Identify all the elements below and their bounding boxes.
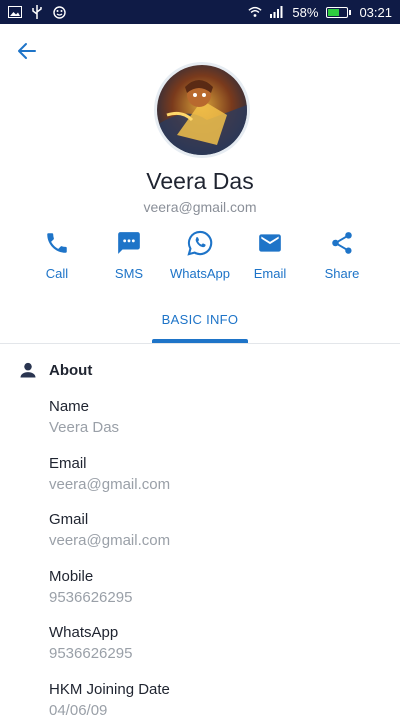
sms-label: SMS [114,266,144,281]
status-right: 58% 03:21 [248,5,392,20]
whatsapp-label: WhatsApp [170,266,230,281]
field-label: Gmail [49,511,89,528]
tab-basic-info[interactable]: BASIC INFO [152,312,248,342]
field-value[interactable]: Veera Das [49,419,379,436]
field-label: Mobile [49,568,94,585]
field-value[interactable]: 9536626295 [49,589,379,606]
whatsapp-button[interactable]: WhatsApp [165,228,235,284]
clock: 03:21 [359,4,392,20]
whatsapp-icon [185,228,215,258]
image-icon [8,5,22,19]
avatar[interactable] [154,62,250,158]
section-title-about: About [49,362,93,379]
contact-email: veera@gmail.com [143,199,257,215]
phone-icon [42,228,72,258]
sms-icon [114,228,144,258]
field-whatsapp: WhatsApp 9536626295 [49,624,379,662]
field-email: Email veera@gmail.com [49,455,379,493]
back-button[interactable] [14,38,40,64]
field-label: Name [49,398,90,415]
email-label: Email [253,266,287,281]
share-icon [327,228,357,258]
arrow-left-icon [18,43,36,59]
share-button[interactable]: Share [307,228,377,284]
field-value[interactable]: veera@gmail.com [49,476,379,493]
call-button[interactable]: Call [22,228,92,284]
field-label: WhatsApp [49,624,119,641]
field-value[interactable]: 9536626295 [49,645,379,662]
status-bar: 58% 03:21 [0,0,400,24]
status-left [8,5,66,19]
divider [0,343,400,344]
field-name: Name Veera Das [49,398,379,436]
email-button[interactable]: Email [235,228,305,284]
person-icon [18,360,38,380]
battery-icon [326,6,352,18]
call-label: Call [45,266,69,281]
signal-icon [270,5,284,19]
field-value[interactable]: veera@gmail.com [49,532,379,549]
field-gmail: Gmail veera@gmail.com [49,511,379,549]
field-mobile: Mobile 9536626295 [49,568,379,606]
avatar-image [157,65,247,155]
contact-name: Veera Das [146,168,254,194]
field-joining-date: HKM Joining Date 04/06/09 [49,681,379,719]
field-label: HKM Joining Date [49,681,170,698]
action-bar: Call SMS WhatsApp Email Share [0,228,400,284]
mail-icon [255,228,285,258]
share-label: Share [324,266,360,281]
wifi-icon [248,5,263,19]
battery-percent: 58% [292,4,319,20]
usb-icon [30,5,44,19]
field-label: Email [49,455,87,472]
sms-button[interactable]: SMS [94,228,164,284]
smile-icon [52,5,66,19]
